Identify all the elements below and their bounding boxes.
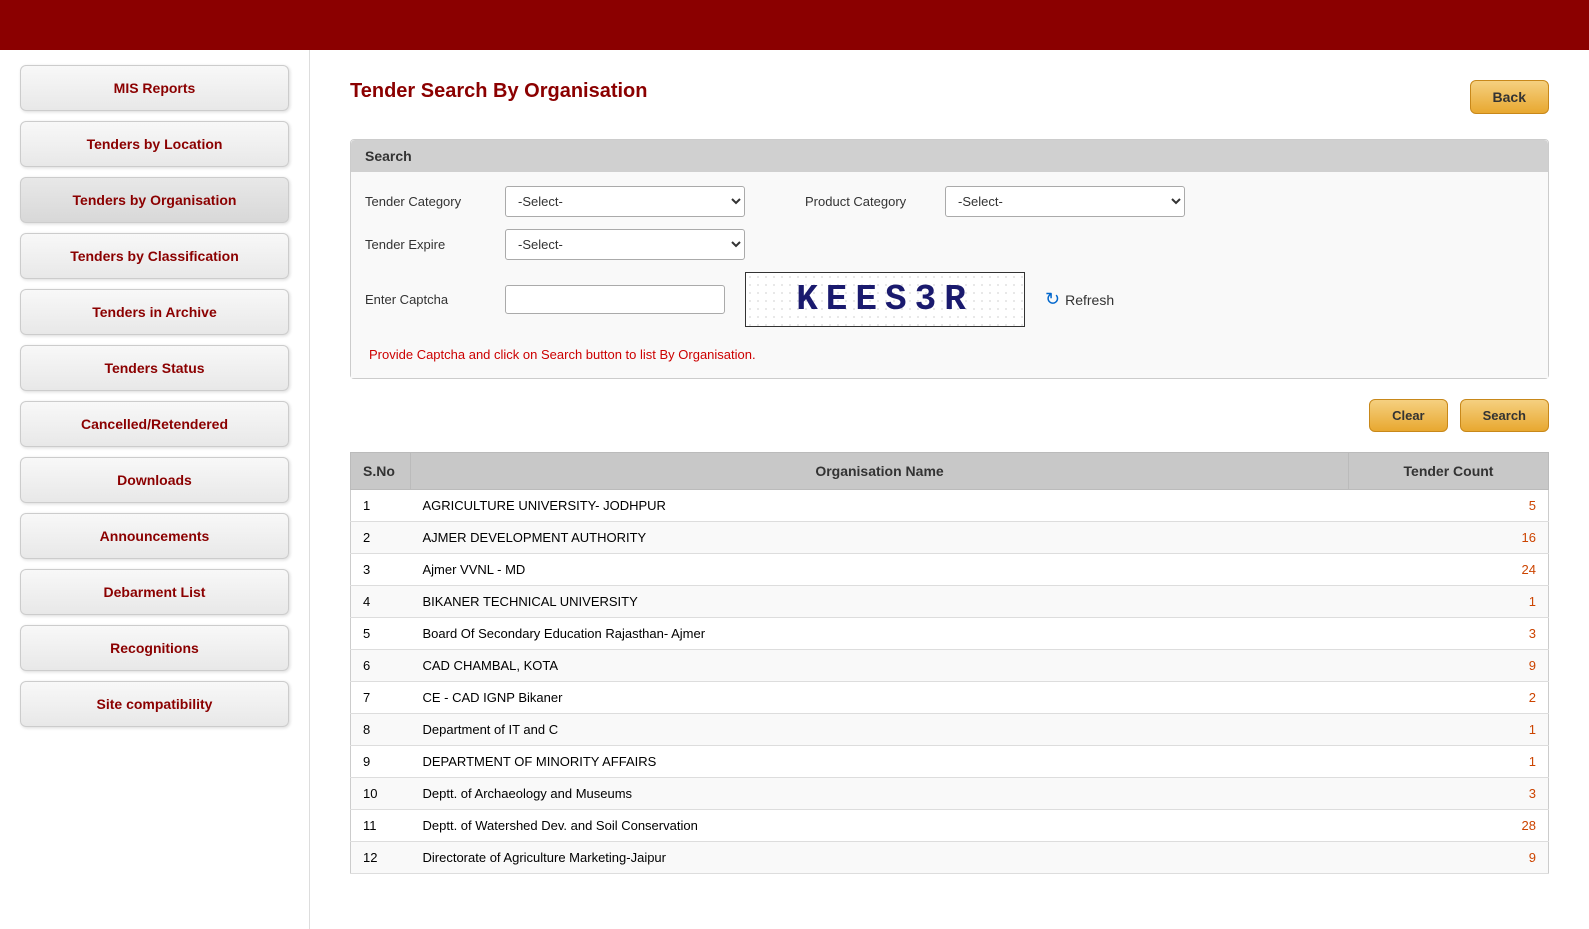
col-tender-count: Tender Count <box>1349 453 1549 490</box>
cell-sno: 7 <box>351 682 411 714</box>
content-area: Tender Search By Organisation Back Searc… <box>310 50 1589 929</box>
cell-org-name: BIKANER TECHNICAL UNIVERSITY <box>411 586 1349 618</box>
cell-org-name: AJMER DEVELOPMENT AUTHORITY <box>411 522 1349 554</box>
table-row: 12Directorate of Agriculture Marketing-J… <box>351 842 1549 874</box>
cell-org-name: AGRICULTURE UNIVERSITY- JODHPUR <box>411 490 1349 522</box>
cell-org-name: CE - CAD IGNP Bikaner <box>411 682 1349 714</box>
info-text: Provide Captcha and click on Search butt… <box>365 339 1534 364</box>
table-row: 8Department of IT and C1 <box>351 714 1549 746</box>
cell-tender-count: 2 <box>1349 682 1549 714</box>
cell-sno: 2 <box>351 522 411 554</box>
cell-sno: 3 <box>351 554 411 586</box>
cell-sno: 5 <box>351 618 411 650</box>
top-bar <box>0 0 1589 50</box>
sidebar-btn-announcements[interactable]: Announcements <box>20 513 289 559</box>
captcha-label: Enter Captcha <box>365 292 485 307</box>
refresh-label: Refresh <box>1065 292 1114 308</box>
tender-category-label: Tender Category <box>365 194 485 209</box>
cell-org-name: Directorate of Agriculture Marketing-Jai… <box>411 842 1349 874</box>
cell-org-name: Ajmer VVNL - MD <box>411 554 1349 586</box>
cell-tender-count: 9 <box>1349 650 1549 682</box>
sidebar-btn-tenders-by-location[interactable]: Tenders by Location <box>20 121 289 167</box>
sidebar-btn-debarment-list[interactable]: Debarment List <box>20 569 289 615</box>
cell-org-name: Board Of Secondary Education Rajasthan- … <box>411 618 1349 650</box>
cell-sno: 11 <box>351 810 411 842</box>
cell-tender-count: 28 <box>1349 810 1549 842</box>
cell-org-name: Deptt. of Watershed Dev. and Soil Conser… <box>411 810 1349 842</box>
sidebar-btn-tenders-by-organisation[interactable]: Tenders by Organisation <box>20 177 289 223</box>
cell-org-name: CAD CHAMBAL, KOTA <box>411 650 1349 682</box>
cell-tender-count: 16 <box>1349 522 1549 554</box>
cell-tender-count: 1 <box>1349 586 1549 618</box>
captcha-row: Enter Captcha KEES3R ↻ Refresh <box>365 272 1534 327</box>
tender-category-row: Tender Category -Select- Product Categor… <box>365 186 1534 217</box>
cell-tender-count: 3 <box>1349 618 1549 650</box>
refresh-button[interactable]: ↻ Refresh <box>1045 289 1114 310</box>
tender-expire-label: Tender Expire <box>365 237 485 252</box>
table-row: 9DEPARTMENT OF MINORITY AFFAIRS1 <box>351 746 1549 778</box>
cell-sno: 1 <box>351 490 411 522</box>
table-row: 4BIKANER TECHNICAL UNIVERSITY1 <box>351 586 1549 618</box>
table-body: 1AGRICULTURE UNIVERSITY- JODHPUR52AJMER … <box>351 490 1549 874</box>
cell-tender-count: 9 <box>1349 842 1549 874</box>
cell-tender-count: 5 <box>1349 490 1549 522</box>
cell-org-name: DEPARTMENT OF MINORITY AFFAIRS <box>411 746 1349 778</box>
table-row: 10Deptt. of Archaeology and Museums3 <box>351 778 1549 810</box>
search-section-label: Search <box>351 140 1548 172</box>
cell-tender-count: 1 <box>1349 714 1549 746</box>
table-row: 5Board Of Secondary Education Rajasthan-… <box>351 618 1549 650</box>
captcha-text: KEES3R <box>796 279 974 320</box>
sidebar-btn-tenders-in-archive[interactable]: Tenders in Archive <box>20 289 289 335</box>
clear-button[interactable]: Clear <box>1369 399 1448 432</box>
action-row: Clear Search <box>350 399 1549 432</box>
cell-sno: 10 <box>351 778 411 810</box>
sidebar-btn-recognitions[interactable]: Recognitions <box>20 625 289 671</box>
product-category-label: Product Category <box>805 194 925 209</box>
table-row: 11Deptt. of Watershed Dev. and Soil Cons… <box>351 810 1549 842</box>
table-row: 7CE - CAD IGNP Bikaner2 <box>351 682 1549 714</box>
back-button[interactable]: Back <box>1470 80 1549 114</box>
tender-category-select[interactable]: -Select- <box>505 186 745 217</box>
content-header: Tender Search By Organisation Back <box>350 80 1549 114</box>
cell-org-name: Department of IT and C <box>411 714 1349 746</box>
col-sno: S.No <box>351 453 411 490</box>
captcha-input[interactable] <box>505 285 725 314</box>
search-box: Search Tender Category -Select- Product … <box>350 139 1549 379</box>
cell-tender-count: 1 <box>1349 746 1549 778</box>
cell-tender-count: 3 <box>1349 778 1549 810</box>
cell-sno: 8 <box>351 714 411 746</box>
table-row: 2AJMER DEVELOPMENT AUTHORITY16 <box>351 522 1549 554</box>
sidebar-btn-site-compatibility[interactable]: Site compatibility <box>20 681 289 727</box>
tender-expire-row: Tender Expire -Select- <box>365 229 1534 260</box>
cell-sno: 4 <box>351 586 411 618</box>
product-category-select[interactable]: -Select- <box>945 186 1185 217</box>
search-button[interactable]: Search <box>1460 399 1549 432</box>
table-row: 6CAD CHAMBAL, KOTA9 <box>351 650 1549 682</box>
table-row: 1AGRICULTURE UNIVERSITY- JODHPUR5 <box>351 490 1549 522</box>
sidebar-btn-cancelled-retendered[interactable]: Cancelled/Retendered <box>20 401 289 447</box>
cell-sno: 12 <box>351 842 411 874</box>
sidebar-btn-downloads[interactable]: Downloads <box>20 457 289 503</box>
sidebar-btn-tenders-by-classification[interactable]: Tenders by Classification <box>20 233 289 279</box>
captcha-image: KEES3R <box>745 272 1025 327</box>
sidebar-btn-tenders-status[interactable]: Tenders Status <box>20 345 289 391</box>
cell-tender-count: 24 <box>1349 554 1549 586</box>
cell-org-name: Deptt. of Archaeology and Museums <box>411 778 1349 810</box>
refresh-icon: ↻ <box>1045 289 1060 310</box>
sidebar: MIS Reports Tenders by Location Tenders by… <box>0 50 310 929</box>
tender-expire-select[interactable]: -Select- <box>505 229 745 260</box>
results-table: S.No Organisation Name Tender Count 1AGR… <box>350 452 1549 874</box>
col-org-name: Organisation Name <box>411 453 1349 490</box>
sidebar-btn-mis-reports[interactable]: MIS Reports <box>20 65 289 111</box>
table-row: 3Ajmer VVNL - MD24 <box>351 554 1549 586</box>
page-title: Tender Search By Organisation <box>350 80 648 103</box>
cell-sno: 9 <box>351 746 411 778</box>
cell-sno: 6 <box>351 650 411 682</box>
search-box-body: Tender Category -Select- Product Categor… <box>351 172 1548 378</box>
table-header-row: S.No Organisation Name Tender Count <box>351 453 1549 490</box>
